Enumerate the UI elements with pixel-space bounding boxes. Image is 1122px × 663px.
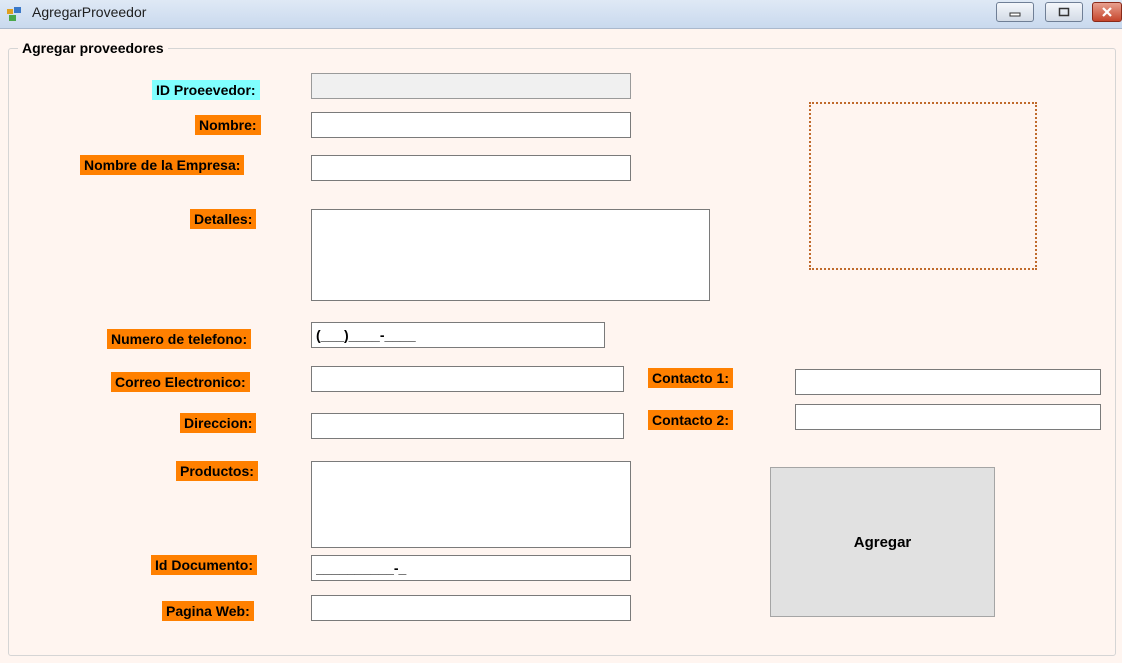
title-bar: AgregarProveedor (0, 0, 1122, 29)
productos-field[interactable] (311, 461, 631, 548)
maximize-button[interactable] (1045, 2, 1083, 22)
close-icon (1102, 7, 1112, 17)
pagina-web-field[interactable] (311, 595, 631, 621)
label-nombre: Nombre: (195, 115, 261, 135)
telefono-field[interactable] (311, 322, 605, 348)
label-id-documento: Id Documento: (151, 555, 257, 575)
id-proveedor-field[interactable] (311, 73, 631, 99)
contacto-2-field[interactable] (795, 404, 1101, 430)
minimize-icon (1009, 12, 1021, 17)
label-correo: Correo Electronico: (111, 372, 250, 392)
nombre-empresa-field[interactable] (311, 155, 631, 181)
label-contacto-2: Contacto 2: (648, 410, 733, 430)
label-telefono: Numero de telefono: (107, 329, 252, 349)
close-button[interactable] (1092, 2, 1122, 22)
maximize-icon (1058, 7, 1070, 17)
id-documento-field[interactable] (311, 555, 631, 581)
label-detalles: Detalles: (190, 209, 257, 229)
label-direccion: Direccion: (180, 413, 257, 433)
minimize-button[interactable] (996, 2, 1034, 22)
nombre-field[interactable] (311, 112, 631, 138)
agregar-button[interactable]: Agregar (770, 467, 995, 617)
label-contacto-1: Contacto 1: (648, 368, 733, 388)
app-form-icon (7, 7, 21, 21)
label-nombre-empresa: Nombre de la Empresa: (80, 155, 245, 175)
contacto-1-field[interactable] (795, 369, 1101, 395)
label-pagina-web: Pagina Web: (162, 601, 254, 621)
detalles-field[interactable] (311, 209, 710, 301)
label-id-proveedor: ID Proeevedor: (152, 80, 260, 100)
direccion-field[interactable] (311, 413, 624, 439)
window-title: AgregarProveedor (32, 4, 147, 20)
picture-box[interactable] (809, 102, 1037, 270)
label-productos: Productos: (176, 461, 258, 481)
correo-field[interactable] (311, 366, 624, 392)
group-title: Agregar proveedores (18, 40, 168, 56)
